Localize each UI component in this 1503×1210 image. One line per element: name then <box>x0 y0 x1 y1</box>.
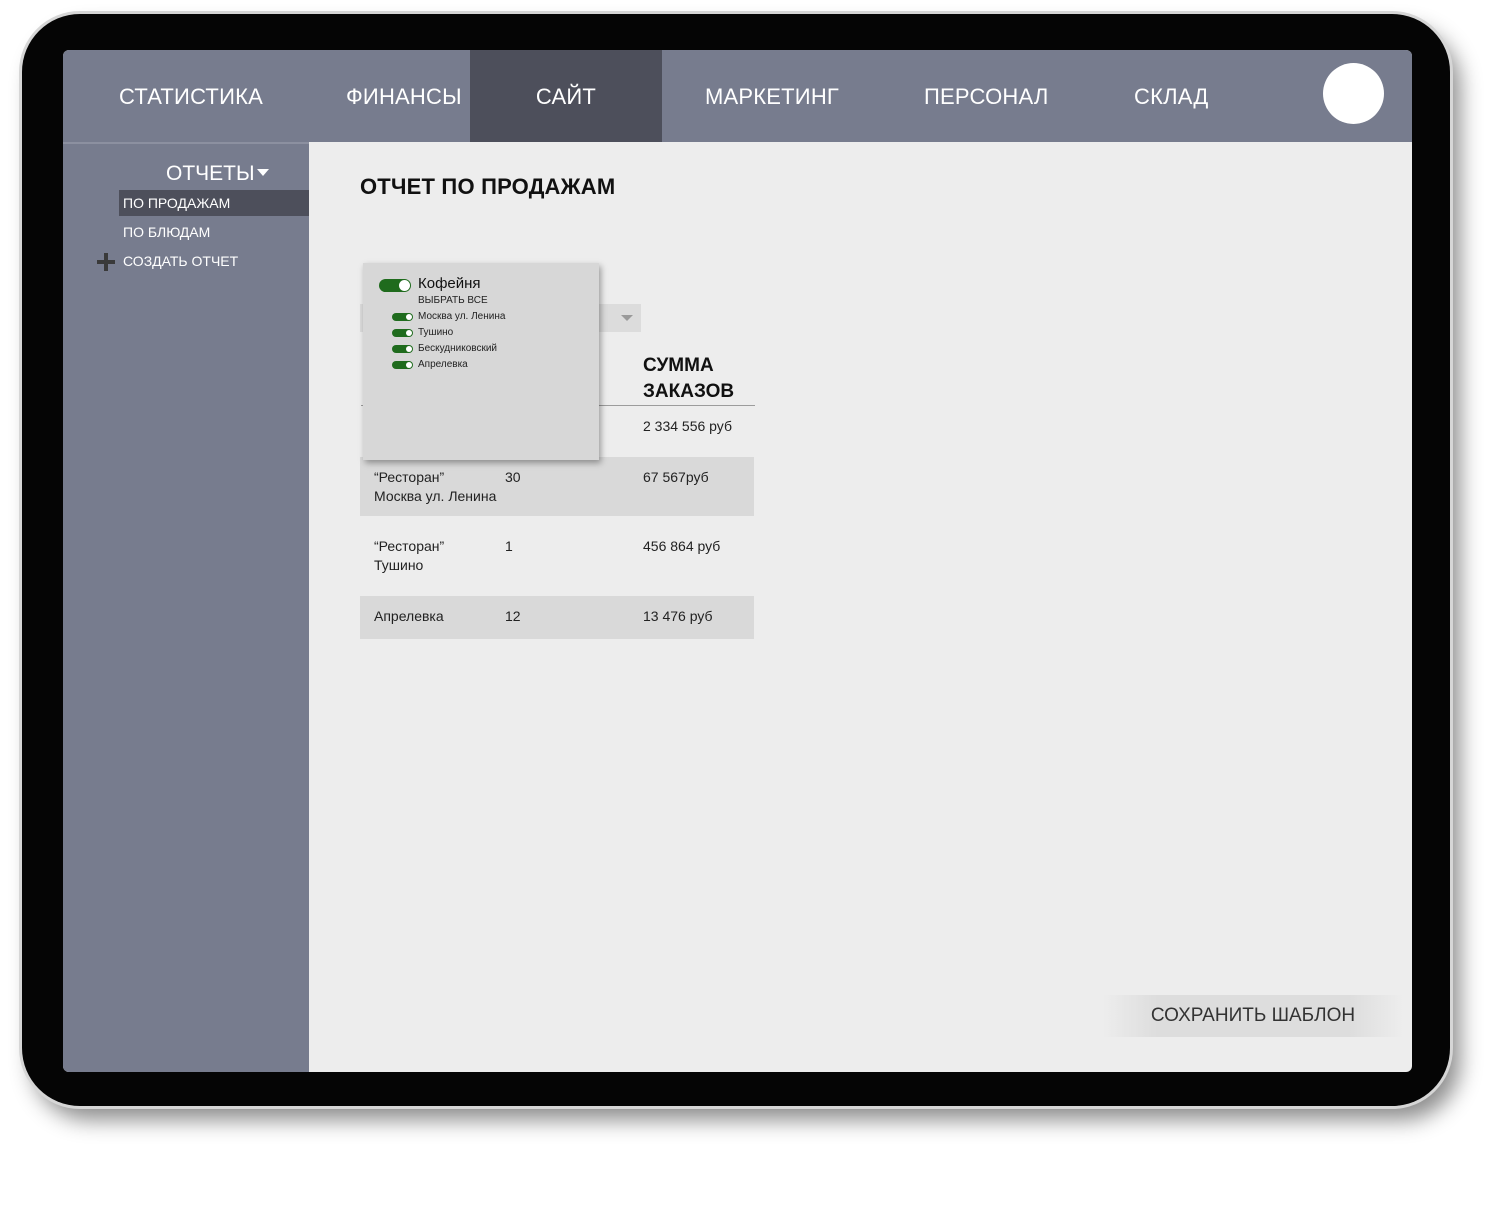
plus-icon[interactable] <box>97 253 115 271</box>
save-template-button[interactable]: СОХРАНИТЬ ШАБЛОН <box>1103 995 1403 1037</box>
popup-title: Кофейня <box>418 275 481 292</box>
tab-marketing[interactable]: МАРКЕТИНГ <box>705 50 839 142</box>
toggle-switch-beskudnikovsky[interactable] <box>392 345 413 353</box>
table-cell-name: Апрелевка <box>374 608 444 624</box>
top-navigation: СТАТИСТИКА ФИНАНСЫ САЙТ МАРКЕТИНГ ПЕРСОН… <box>63 50 1412 142</box>
filter-item-label: Тушино <box>418 327 454 338</box>
toggle-knob <box>406 362 412 368</box>
page-title: ОТЧЕТ ПО ПРОДАЖАМ <box>360 174 616 199</box>
table-cell-name: “Ресторан” Москва ул. Ленина <box>374 469 497 504</box>
table-cell-sum: 456 864 руб <box>643 538 721 554</box>
caret-down-icon <box>256 169 269 177</box>
chevron-down-icon[interactable] <box>621 315 633 321</box>
column-header-line-1: СУММА <box>643 355 714 376</box>
toggle-knob <box>406 346 412 352</box>
tab-statistics[interactable]: СТАТИСТИКА <box>119 50 263 142</box>
filter-item-label: Бескудниковский <box>418 343 498 354</box>
column-header-line-2: ЗАКАЗОВ <box>643 381 735 402</box>
filter-item-label: Москва ул. Ленина <box>418 311 506 322</box>
app-screen: СТАТИСТИКА ФИНАНСЫ САЙТ МАРКЕТИНГ ПЕРСОН… <box>63 50 1412 1072</box>
reports-dropdown[interactable]: ОТЧЕТЫ <box>166 162 269 186</box>
toggle-knob <box>399 280 410 291</box>
tab-site[interactable]: САЙТ <box>470 50 662 142</box>
toggle-switch-tushino[interactable] <box>392 329 413 337</box>
table-cell-count: 1 <box>505 538 513 554</box>
table-cell-count: 12 <box>505 608 521 624</box>
sidebar-item-sales[interactable]: ПО ПРОДАЖАМ <box>119 190 309 216</box>
create-report-link[interactable]: СОЗДАТЬ ОТЧЕТ <box>119 248 238 274</box>
sidebar: ОТЧЕТЫ ПО ПРОДАЖАМ ПО БЛЮДАМ СОЗДАТЬ ОТЧ… <box>63 142 309 1072</box>
column-header-order-sum: СУММА ЗАКАЗОВ <box>643 353 734 405</box>
tab-warehouse[interactable]: СКЛАД <box>1134 50 1208 142</box>
avatar[interactable] <box>1323 63 1384 124</box>
table-cell-sum: 13 476 руб <box>643 608 713 624</box>
reports-label: ОТЧЕТЫ <box>166 162 255 185</box>
table-cell-sum: 67 567руб <box>643 469 709 485</box>
table-cell-count: 30 <box>505 469 521 485</box>
toggle-switch-aprelevka[interactable] <box>392 361 413 369</box>
toggle-knob <box>406 314 412 320</box>
sidebar-divider <box>63 142 309 144</box>
select-all-link[interactable]: ВЫБРАТЬ ВСЕ <box>418 295 488 306</box>
filter-item-label: Апрелевка <box>418 359 468 370</box>
location-filter-popup: Кофейня ВЫБРАТЬ ВСЕ Москва ул. Ленина Ту… <box>363 263 599 460</box>
tab-finance[interactable]: ФИНАНСЫ <box>346 50 462 142</box>
toggle-switch-coffee-shop[interactable] <box>379 279 411 292</box>
table-cell-sum: 2 334 556 руб <box>643 418 732 434</box>
toggle-knob <box>406 330 412 336</box>
sidebar-item-dishes[interactable]: ПО БЛЮДАМ <box>119 219 210 245</box>
table-cell-name: “Ресторан” Тушино <box>374 538 445 573</box>
toggle-switch-lenina[interactable] <box>392 313 413 321</box>
tab-personnel[interactable]: ПЕРСОНАЛ <box>924 50 1049 142</box>
